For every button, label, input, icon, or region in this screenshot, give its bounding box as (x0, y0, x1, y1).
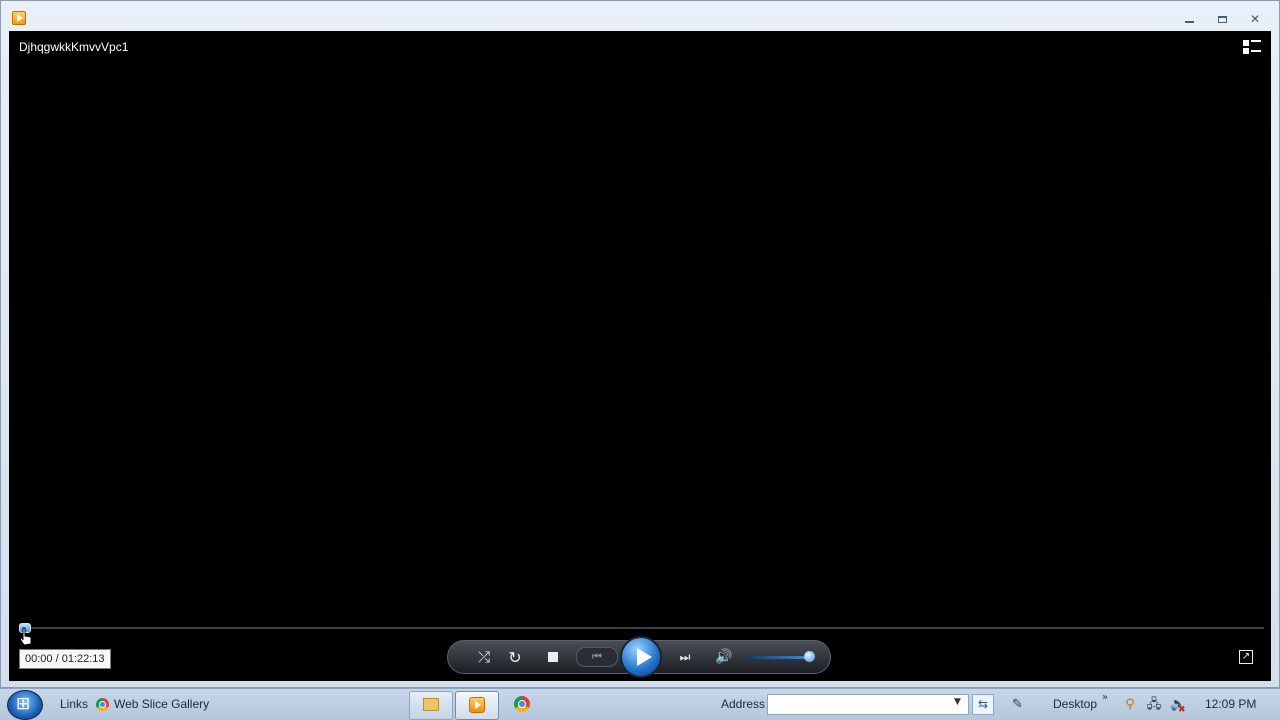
minimize-button[interactable] (1176, 11, 1202, 27)
links-toolbar-label[interactable]: Links (60, 689, 88, 720)
switch-to-library-button[interactable] (1243, 40, 1261, 54)
volume-icon: 🔊 (715, 649, 733, 665)
maximize-button[interactable] (1209, 11, 1235, 27)
windows-media-player-icon (469, 697, 485, 713)
repeat-button[interactable]: ↻ (504, 641, 526, 673)
video-area[interactable]: DjhqgwkkKmvvVpc1 00:00 / 01:22:13 ⤮ ↻ ⏮ (9, 31, 1271, 681)
media-title: DjhqgwkkKmvvVpc1 (19, 40, 129, 54)
search-icon[interactable]: ⚲ (1122, 697, 1138, 713)
volume-thumb[interactable] (803, 651, 815, 662)
seek-bar[interactable] (19, 627, 1264, 629)
switch-icon-line (1251, 50, 1261, 52)
network-icon[interactable]: 🖧 (1146, 697, 1162, 713)
address-input[interactable] (767, 694, 969, 715)
play-icon (637, 648, 652, 666)
play-button[interactable] (618, 634, 664, 680)
shuffle-button[interactable]: ⤮ (474, 641, 494, 673)
muted-x-icon: ✖ (1178, 705, 1186, 715)
chrome-icon (514, 696, 530, 712)
close-button[interactable]: ✕ (1242, 11, 1268, 27)
play-button-circle (620, 636, 662, 678)
fullscreen-button[interactable]: ↗ (1239, 650, 1253, 664)
windows-explorer-icon (423, 698, 439, 711)
hand-cursor-icon (19, 627, 32, 646)
taskbar-explorer-button[interactable] (409, 691, 453, 720)
playback-controls: ⤮ ↻ ⏮ ⏭ 🔊 (447, 636, 831, 678)
shuffle-icon: ⤮ (477, 648, 490, 666)
taskbar-chrome-button[interactable] (501, 691, 543, 718)
clock[interactable]: 12:09 PM (1205, 689, 1256, 720)
web-slice-gallery-link[interactable]: Web Slice Gallery (114, 689, 209, 720)
switch-icon-line (1251, 40, 1261, 42)
taskbar-media-player-button[interactable] (455, 691, 499, 720)
repeat-icon: ↻ (508, 647, 522, 667)
fullscreen-icon: ↗ (1241, 651, 1251, 662)
taskbar: Links Web Slice Gallery Address ▼ ⇆ ✎ De… (0, 688, 1280, 720)
switch-icon-square (1243, 48, 1249, 54)
windows-media-player-icon (12, 11, 26, 25)
maximize-icon (1217, 15, 1227, 23)
chrome-icon (96, 698, 109, 711)
go-button[interactable]: ⇆ (972, 694, 994, 715)
volume-muted-icon[interactable]: 🔈 ✖ (1170, 697, 1186, 715)
address-label: Address (721, 697, 766, 711)
tablet-input-icon[interactable]: ✎ (1012, 697, 1028, 712)
title-bar[interactable]: ✕ (1, 1, 1279, 31)
mute-button[interactable]: 🔊 (712, 641, 736, 673)
media-player-window: ✕ DjhqgwkkKmvvVpc1 00:00 / 01:22:13 ⤮ ↻ (0, 0, 1280, 688)
switch-to-library-icon (1243, 40, 1249, 46)
chevron-down-icon[interactable]: ▼ (954, 697, 961, 707)
next-button[interactable]: ⏭ (670, 641, 700, 673)
time-tooltip: 00:00 / 01:22:13 (19, 649, 111, 669)
stop-icon (548, 652, 558, 662)
minimize-icon (1184, 21, 1194, 23)
previous-icon: ⏮ (576, 647, 618, 667)
stop-button[interactable] (544, 641, 562, 673)
previous-button[interactable]: ⏮ (576, 641, 618, 673)
desktop-toolbar-label[interactable]: Desktop (1053, 689, 1097, 720)
next-icon: ⏭ (679, 649, 691, 664)
start-button[interactable] (7, 690, 43, 720)
volume-slider[interactable] (748, 656, 812, 659)
close-icon: ✕ (1249, 12, 1261, 26)
double-chevron-icon[interactable]: » (1102, 692, 1108, 703)
go-arrow-icon: ⇆ (977, 697, 989, 711)
